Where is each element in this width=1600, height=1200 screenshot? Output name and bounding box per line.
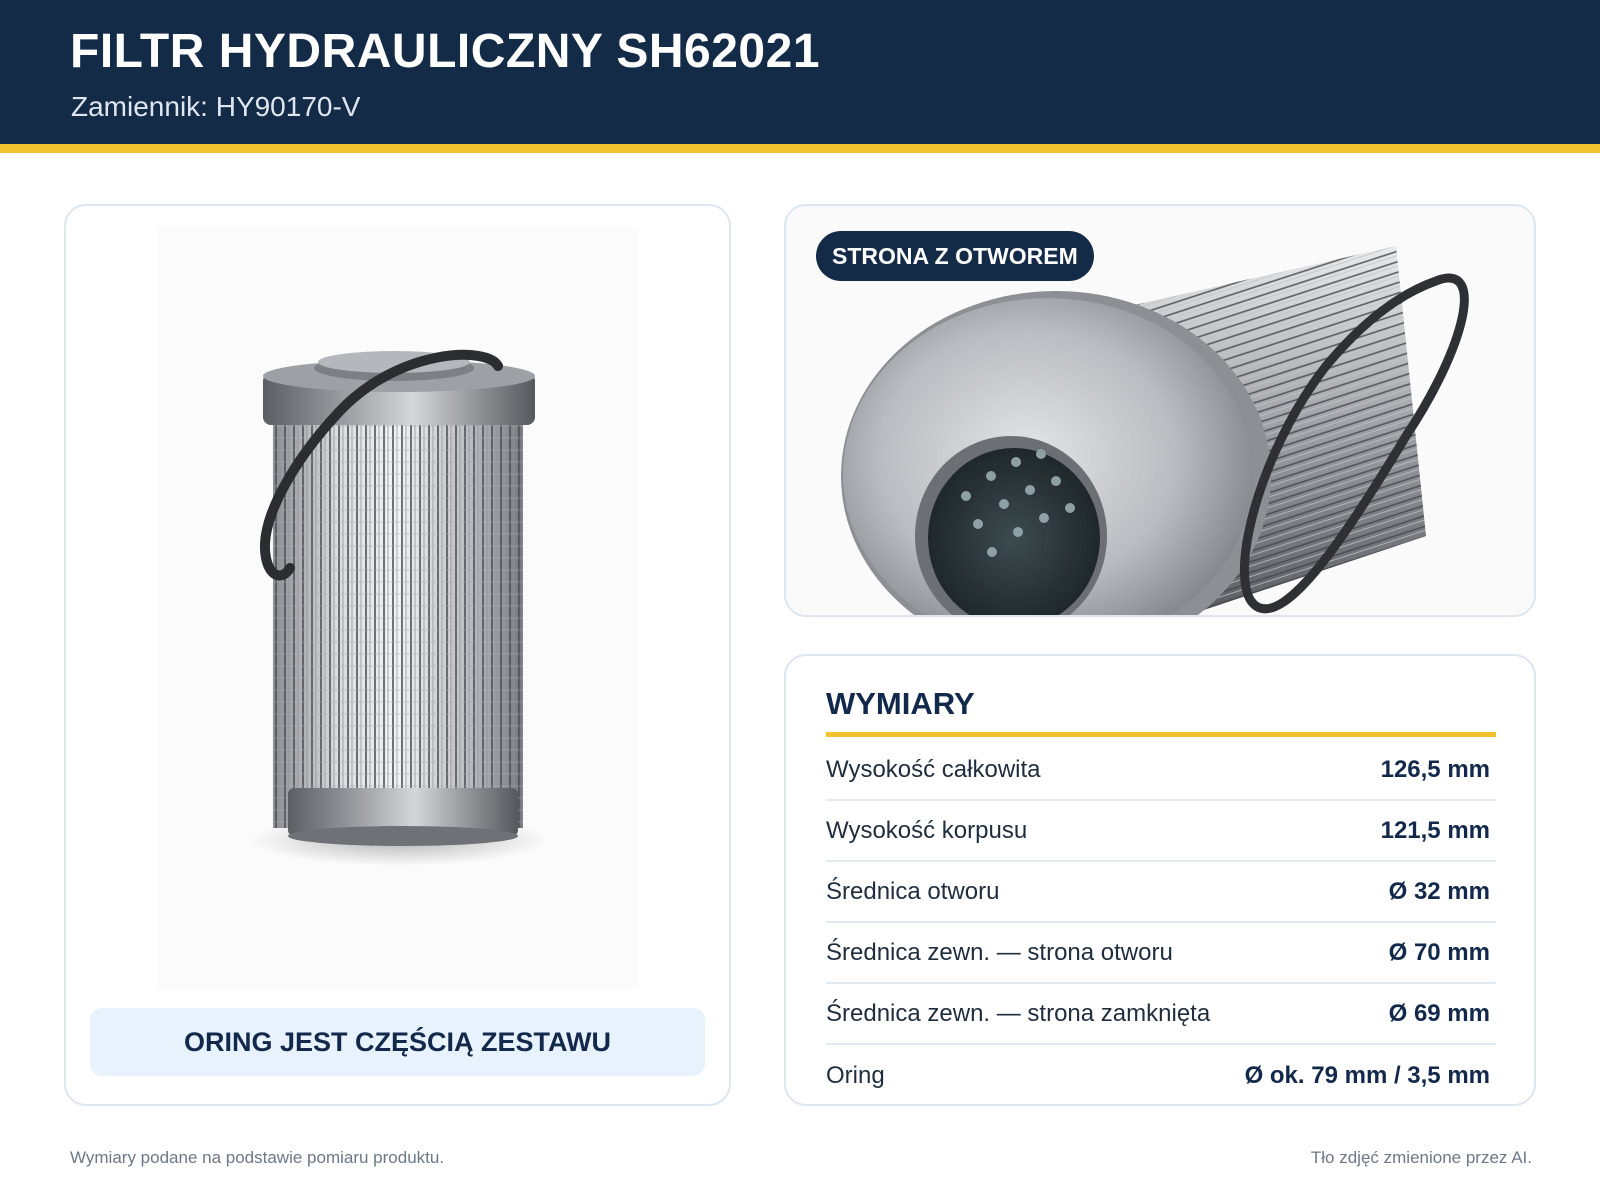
product-title: FILTR HYDRAULICZNY SH62021	[70, 25, 821, 78]
dimension-value: 121,5 mm	[1380, 816, 1490, 844]
dimension-row: Wysokość całkowita 126,5 mm	[826, 740, 1496, 801]
dimension-label: Średnica zewn. — strona otworu	[826, 938, 1173, 966]
dimension-value: 126,5 mm	[1380, 755, 1490, 783]
dimension-row: Oring Ø ok. 79 mm / 3,5 mm	[826, 1045, 1496, 1104]
filter-upright-image	[248, 349, 548, 866]
footer-ai-note: Tło zdjęć zmienione przez AI.	[1310, 1148, 1532, 1167]
dimension-row: Wysokość korpusu 121,5 mm	[826, 801, 1496, 862]
header-accent-stripe	[0, 144, 1600, 153]
page-header: FILTR HYDRAULICZNY SH62021 Zamiennik: HY…	[0, 0, 1600, 144]
dimension-row: Średnica otworu Ø 32 mm	[826, 862, 1496, 923]
dimension-label: Średnica zewn. — strona zamknięta	[826, 999, 1211, 1027]
product-replacement: Zamiennik: HY90170-V	[71, 91, 361, 122]
footer-measurement-note: Wymiary podane na podstawie pomiaru prod…	[70, 1148, 445, 1167]
product-photo-card: ORING JEST CZĘŚCIĄ ZESTAWU	[64, 204, 731, 1106]
dimensions-title: WYMIARY	[826, 686, 975, 721]
dimension-label: Wysokość całkowita	[826, 755, 1041, 783]
dimension-label: Średnica otworu	[826, 877, 1000, 905]
hole-side-badge: STRONA Z OTWOREM	[816, 231, 1094, 281]
dimension-value: Ø 70 mm	[1388, 938, 1490, 966]
dimension-value: Ø 69 mm	[1388, 999, 1490, 1027]
dimension-value: Ø 32 mm	[1388, 877, 1490, 905]
hole-side-photo-card: STRONA Z OTWOREM	[784, 204, 1536, 617]
dimension-label: Oring	[826, 1061, 885, 1089]
filter-upright-photo	[158, 228, 638, 988]
oring-included-banner: ORING JEST CZĘŚCIĄ ZESTAWU	[90, 1008, 705, 1076]
dimensions-card: WYMIARY Wysokość całkowita 126,5 mm Wyso…	[784, 654, 1536, 1106]
dimensions-table: Wysokość całkowita 126,5 mm Wysokość kor…	[826, 740, 1496, 1104]
dimension-value: Ø ok. 79 mm / 3,5 mm	[1244, 1061, 1490, 1089]
dimension-row: Średnica zewn. — strona otworu Ø 70 mm	[826, 923, 1496, 984]
dimension-label: Wysokość korpusu	[826, 816, 1028, 844]
dimension-row: Średnica zewn. — strona zamknięta Ø 69 m…	[826, 984, 1496, 1045]
dimensions-title-rule	[826, 732, 1496, 737]
